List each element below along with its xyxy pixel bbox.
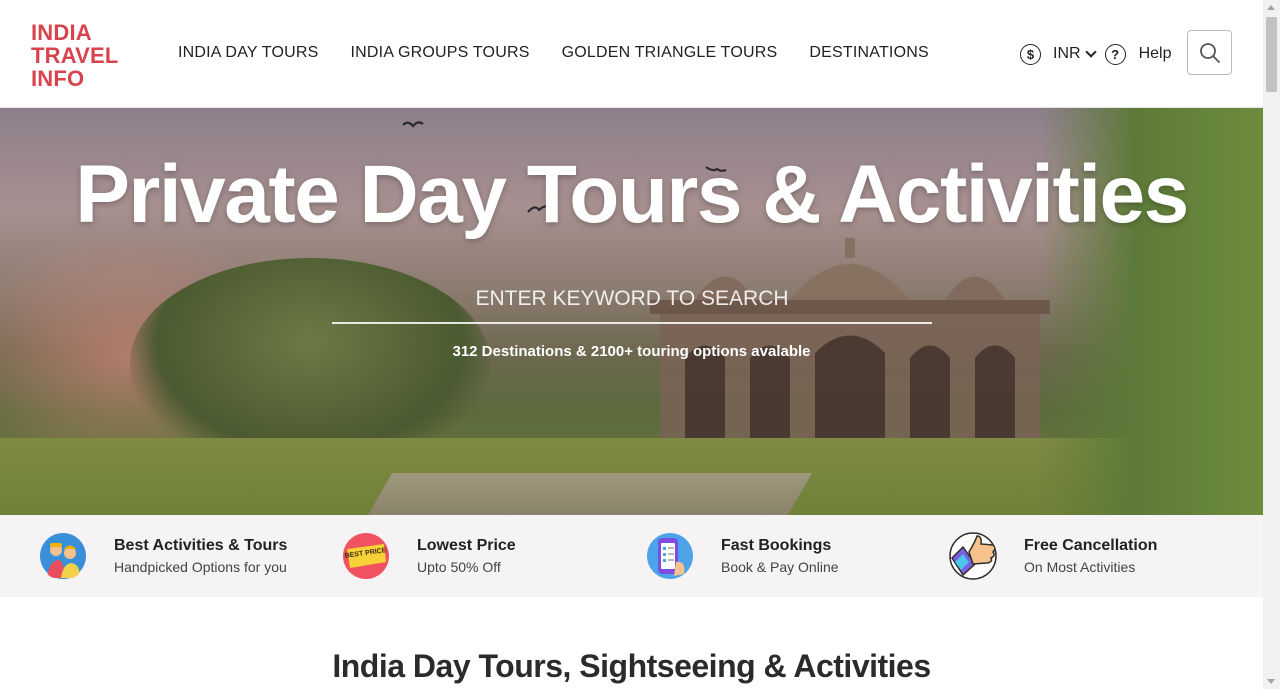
currency-selector[interactable]: INR [1053, 45, 1097, 63]
monument-illustration [650, 238, 1050, 438]
bird-icon [402, 121, 424, 128]
help-link[interactable]: Help [1139, 45, 1172, 63]
feature-desc: Handpicked Options for you [114, 559, 287, 575]
logo-line: INFO [31, 66, 85, 91]
best-price-badge-icon: BEST PRICE [343, 533, 389, 579]
feature-desc: Book & Pay Online [721, 559, 839, 575]
hero-subtitle: 312 Destinations & 2100+ touring options… [452, 343, 811, 360]
nav-golden-triangle-tours[interactable]: GOLDEN TRIANGLE TOURS [562, 44, 778, 62]
scroll-down-arrow-icon[interactable] [1267, 679, 1275, 684]
feature-item: Free Cancellation On Most Activities [949, 530, 1157, 582]
feature-title: Lowest Price [417, 537, 516, 554]
feature-item: Best Activities & Tours Handpicked Optio… [39, 530, 287, 582]
nav-india-groups-tours[interactable]: INDIA GROUPS TOURS [351, 44, 530, 62]
header-search-button[interactable] [1187, 30, 1232, 75]
hero-title: Private Day Tours & Activities [75, 149, 1189, 240]
nav-india-day-tours[interactable]: INDIA DAY TOURS [178, 44, 319, 62]
scroll-up-arrow-icon[interactable] [1267, 5, 1275, 10]
dollar-circle-icon[interactable]: $ [1020, 43, 1041, 65]
hero-banner: Private Day Tours & Activities 312 Desti… [0, 108, 1263, 515]
hero-path [367, 473, 813, 515]
search-icon [1199, 42, 1220, 63]
main-nav: INDIA DAY TOURS INDIA GROUPS TOURS GOLDE… [178, 44, 929, 62]
logo-line: INDIA [31, 20, 92, 45]
feature-desc: Upto 50% Off [417, 559, 501, 575]
thumbs-up-icon [949, 532, 997, 580]
scroll-thumb[interactable] [1266, 17, 1277, 92]
hero-search-input[interactable] [332, 276, 932, 324]
question-circle-icon[interactable]: ? [1104, 43, 1126, 65]
nav-destinations[interactable]: DESTINATIONS [809, 44, 928, 62]
page-scrollbar[interactable] [1263, 0, 1280, 689]
feature-item: Fast Bookings Book & Pay Online [646, 530, 839, 582]
site-logo[interactable]: INDIA TRAVEL INFO [31, 21, 141, 90]
site-header: INDIA TRAVEL INFO INDIA DAY TOURS INDIA … [0, 0, 1263, 108]
section-title: India Day Tours, Sightseeing & Activitie… [332, 648, 931, 684]
feature-desc: On Most Activities [1024, 559, 1136, 575]
header-tools: $ INR ? Help [1020, 30, 1171, 78]
travelers-icon [40, 533, 86, 579]
feature-item: BEST PRICE Lowest Price Upto 50% Off [342, 530, 516, 582]
feature-title: Fast Bookings [721, 537, 832, 554]
currency-value: INR [1053, 45, 1081, 62]
phone-booking-icon [647, 533, 693, 579]
chevron-down-icon [1084, 46, 1097, 58]
features-strip: Best Activities & Tours Handpicked Optio… [0, 515, 1263, 597]
logo-line: TRAVEL [31, 43, 119, 68]
feature-title: Best Activities & Tours [114, 537, 288, 554]
feature-title: Free Cancellation [1024, 537, 1158, 554]
